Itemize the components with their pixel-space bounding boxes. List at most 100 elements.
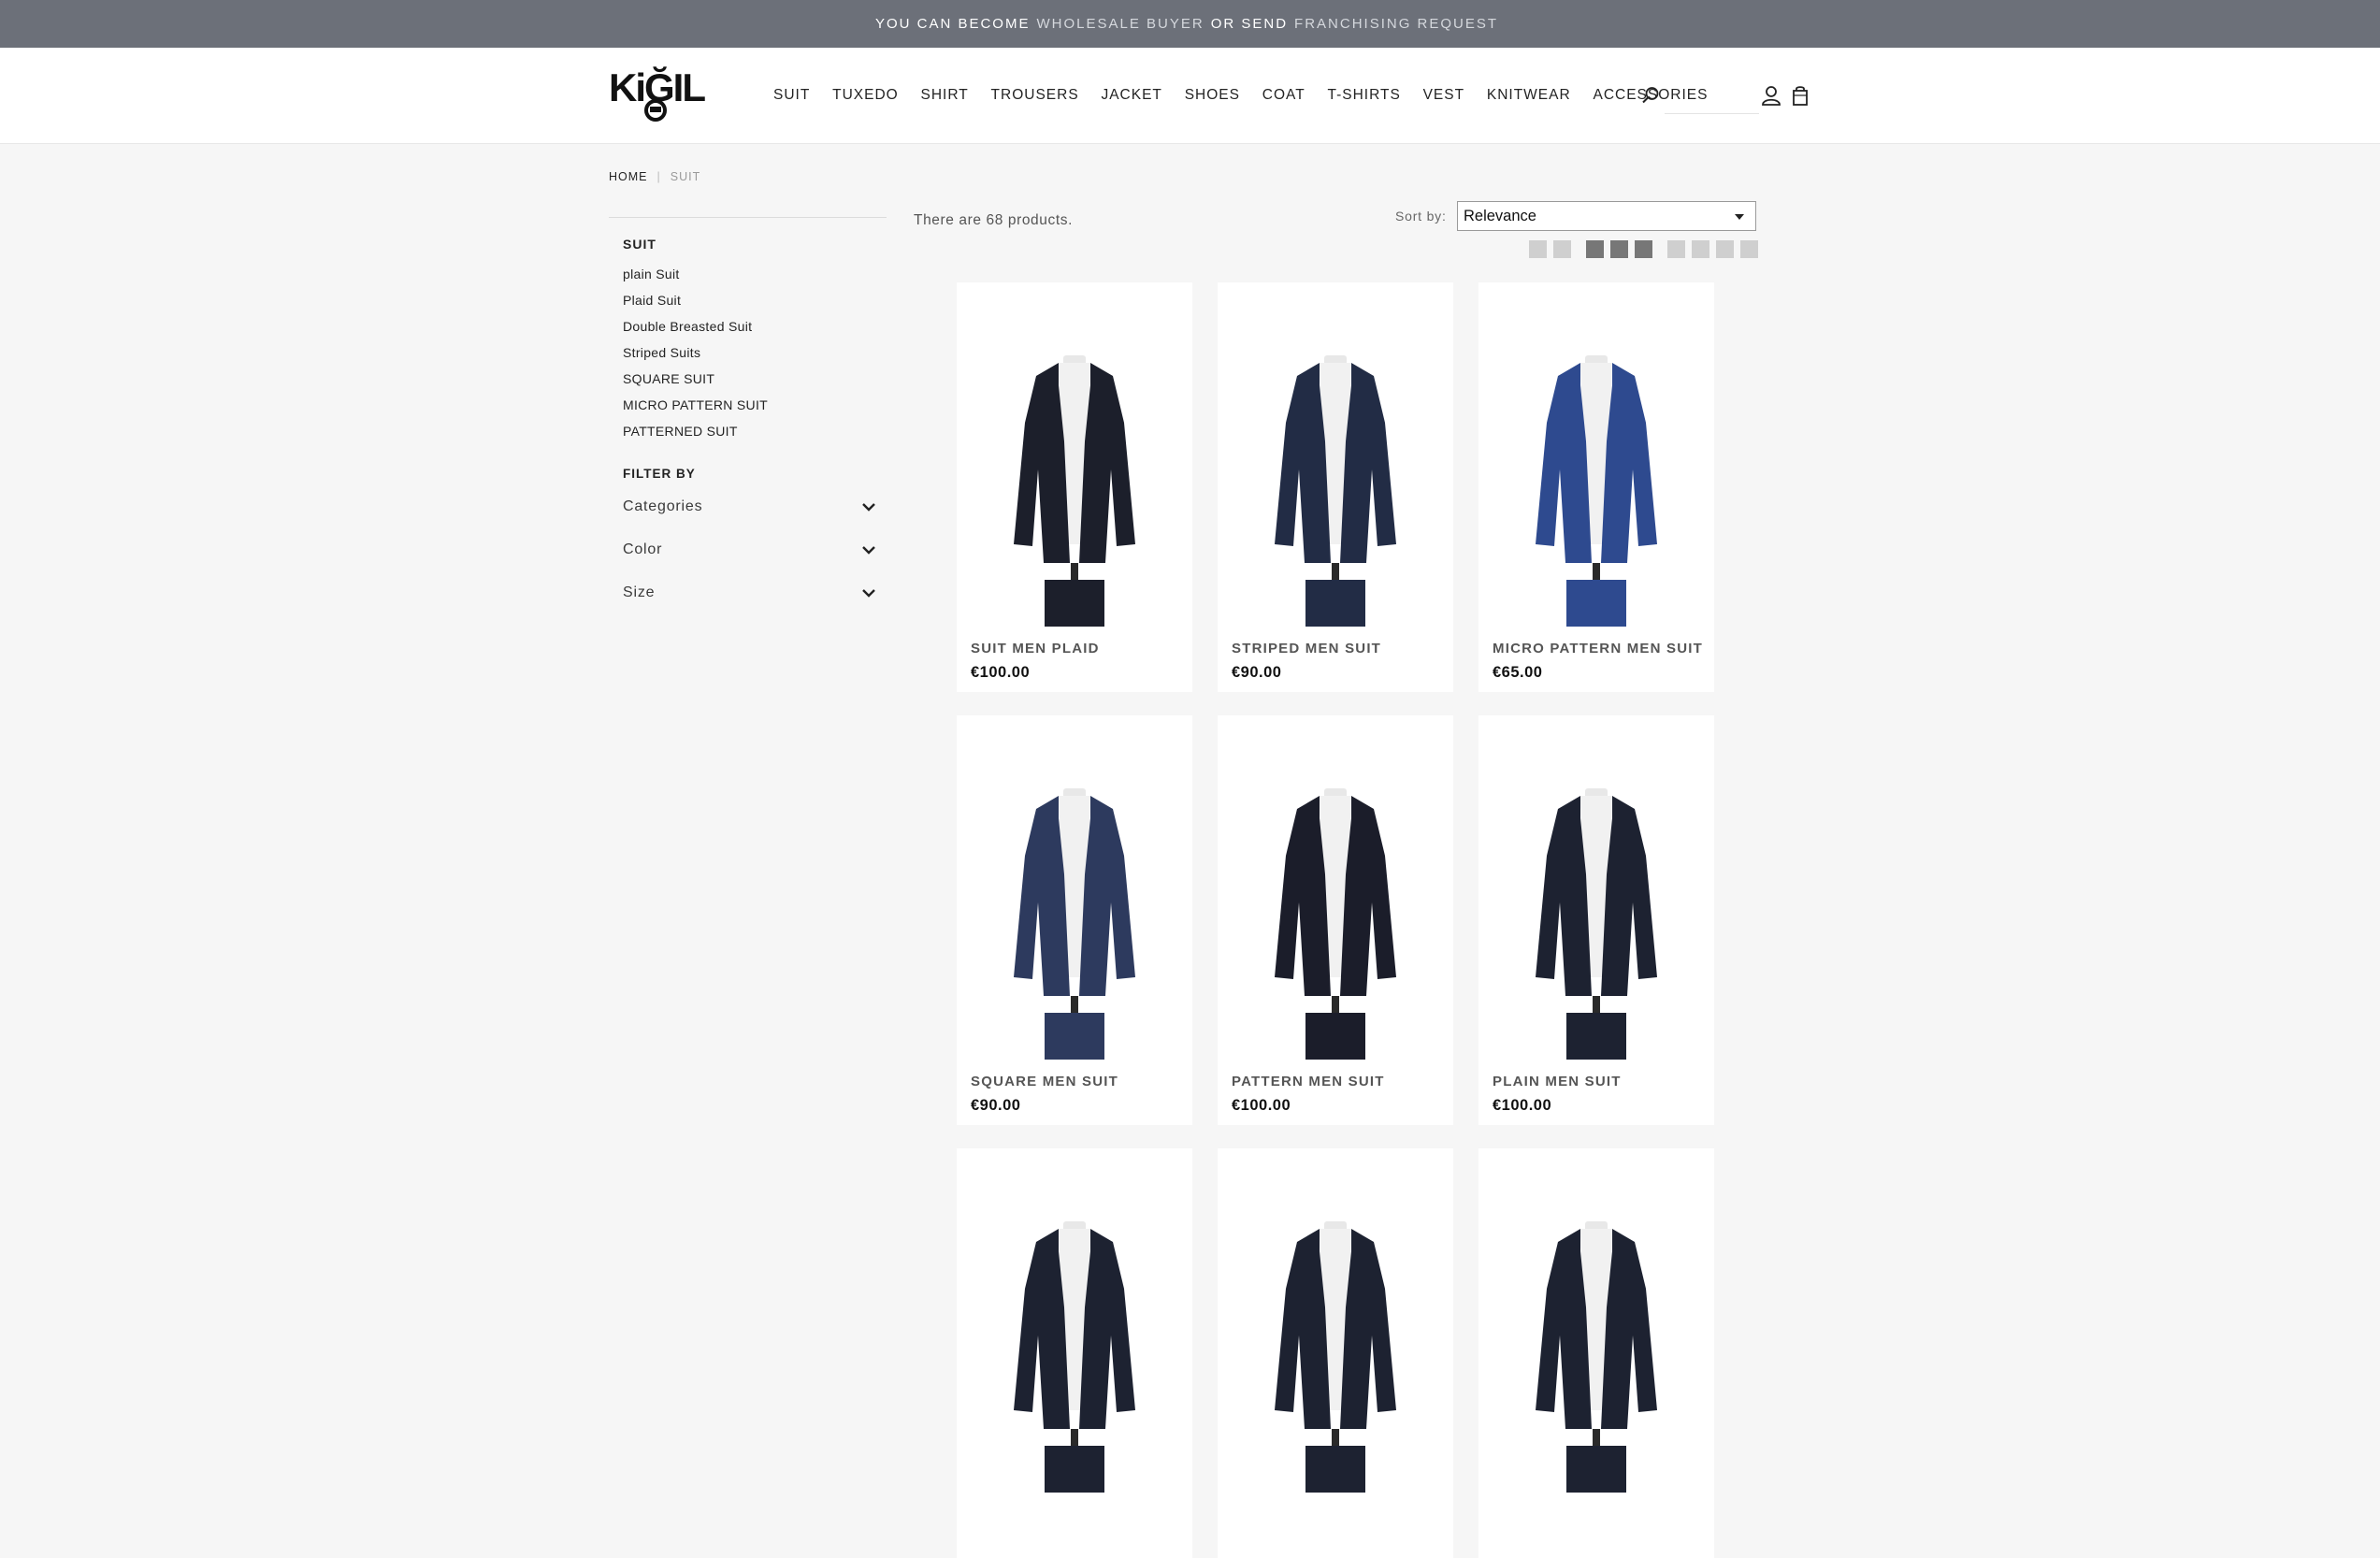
grid-4-columns-button[interactable] [1667, 240, 1765, 258]
nav-knitwear[interactable]: KNITWEAR [1487, 87, 1571, 104]
nav-jacket[interactable]: JACKET [1101, 87, 1161, 104]
product-image[interactable] [1220, 715, 1450, 1060]
breadcrumb-home[interactable]: HOME [609, 170, 648, 183]
nav-vest[interactable]: VEST [1423, 87, 1464, 104]
facet-size-label: Size [623, 584, 656, 600]
product-price: €90.00 [1232, 664, 1282, 681]
caret-down-icon [1735, 214, 1744, 220]
user-account-icon[interactable] [1762, 85, 1781, 106]
wholesale-buyer-link[interactable]: WHOLESALE BUYER [1036, 16, 1204, 32]
product-card[interactable] [1478, 1148, 1714, 1558]
sort-by-select[interactable]: Relevance [1457, 201, 1756, 231]
product-image[interactable] [959, 715, 1190, 1060]
breadcrumb-separator: | [656, 170, 661, 183]
chevron-down-icon [862, 503, 875, 512]
grid-cell-icon [1716, 240, 1734, 258]
suit-photo [1220, 1148, 1450, 1493]
product-image[interactable] [959, 1148, 1190, 1493]
suit-photo [1220, 715, 1450, 1060]
product-name[interactable]: SUIT MEN PLAID [971, 641, 1100, 656]
suit-photo [959, 1148, 1190, 1493]
subcategory-patterned-suit[interactable]: PATTERNED SUIT [623, 424, 738, 439]
nav-trousers[interactable]: TROUSERS [991, 87, 1079, 104]
product-image[interactable] [1481, 1148, 1711, 1493]
product-card[interactable] [1218, 1148, 1453, 1558]
nav-shirt[interactable]: SHIRT [921, 87, 969, 104]
subcategory-striped-suits[interactable]: Striped Suits [623, 345, 700, 360]
facet-categories-label: Categories [623, 498, 703, 514]
kigili-logo[interactable]: KiĞILi [609, 64, 706, 127]
product-image[interactable] [1220, 1148, 1450, 1493]
nav-tuxedo[interactable]: TUXEDO [832, 87, 899, 104]
product-name[interactable]: SQUARE MEN SUIT [971, 1074, 1118, 1089]
suit-photo [959, 282, 1190, 627]
chevron-down-icon [862, 589, 875, 598]
nav-suit[interactable]: SUIT [773, 87, 810, 104]
grid-cell-icon [1553, 240, 1571, 258]
product-card[interactable]: PLAIN MEN SUIT €100.00 [1478, 715, 1714, 1125]
category-sidebar: SUIT plain Suit Plaid Suit Double Breast… [609, 217, 887, 600]
chevron-down-icon [862, 546, 875, 555]
facet-categories[interactable]: Categories [623, 496, 875, 518]
suit-photo [959, 715, 1190, 1060]
subcategory-plaid-suit[interactable]: Plaid Suit [623, 293, 681, 308]
grid-2-columns-button[interactable] [1529, 240, 1578, 258]
nav-coat[interactable]: COAT [1262, 87, 1305, 104]
grid-cell-icon [1610, 240, 1628, 258]
category-title: SUIT [623, 237, 656, 252]
product-card[interactable]: STRIPED MEN SUIT €90.00 [1218, 282, 1453, 692]
main-navigation: SUIT TUXEDO SHIRT TROUSERS JACKET SHOES … [773, 48, 1730, 143]
product-count: There are 68 products. [914, 212, 1074, 228]
announcement-text-2: OR SEND [1210, 16, 1289, 32]
franchising-request-link[interactable]: FRANCHISING REQUEST [1294, 16, 1498, 32]
search-icon[interactable] [1641, 86, 1660, 105]
facet-color-label: Color [623, 541, 663, 557]
sort-by-value: Relevance [1464, 207, 1536, 224]
filter-by-title: FILTER BY [623, 467, 696, 481]
subcategory-square-suit[interactable]: SQUARE SUIT [623, 371, 714, 386]
search-input[interactable] [1665, 78, 1759, 114]
product-card[interactable]: MICRO PATTERN MEN SUIT €65.00 [1478, 282, 1714, 692]
grid-cell-icon [1667, 240, 1685, 258]
product-name[interactable]: MICRO PATTERN MEN SUIT [1493, 641, 1703, 656]
product-image[interactable] [1481, 715, 1711, 1060]
product-card[interactable]: SUIT MEN PLAID €100.00 [957, 282, 1192, 692]
suit-photo [1481, 715, 1711, 1060]
grid-cell-icon [1586, 240, 1604, 258]
product-price: €90.00 [971, 1097, 1021, 1114]
product-name[interactable]: STRIPED MEN SUIT [1232, 641, 1381, 656]
product-price: €65.00 [1493, 664, 1543, 681]
product-price: €100.00 [971, 664, 1031, 681]
sort-by-label: Sort by: [1395, 209, 1447, 224]
site-header: KiĞILi SUIT TUXEDO SHIRT TROUSERS JACKET… [0, 48, 2380, 144]
product-image[interactable] [1481, 282, 1711, 627]
subcategory-plain-suit[interactable]: plain Suit [623, 267, 680, 281]
grid-cell-icon [1529, 240, 1547, 258]
facet-color[interactable]: Color [623, 539, 875, 561]
breadcrumb: HOME | SUIT [609, 170, 700, 183]
nav-shoes[interactable]: SHOES [1185, 87, 1240, 104]
announcement-bar: YOU CAN BECOME WHOLESALE BUYER OR SEND F… [0, 0, 2380, 48]
announcement-text-1: YOU CAN BECOME [874, 16, 1031, 32]
nav-t-shirts[interactable]: T-SHIRTS [1327, 87, 1400, 104]
suit-photo [1481, 1148, 1711, 1493]
product-name[interactable]: PATTERN MEN SUIT [1232, 1074, 1385, 1089]
suit-photo [1481, 282, 1711, 627]
shopping-bag-icon[interactable] [1792, 85, 1809, 106]
product-card[interactable]: PATTERN MEN SUIT €100.00 [1218, 715, 1453, 1125]
product-image[interactable] [1220, 282, 1450, 627]
product-name[interactable]: PLAIN MEN SUIT [1493, 1074, 1622, 1089]
grid-cell-icon [1635, 240, 1652, 258]
product-card[interactable] [957, 1148, 1192, 1558]
breadcrumb-current: SUIT [670, 170, 701, 183]
facet-size[interactable]: Size [623, 582, 875, 604]
grid-3-columns-button[interactable] [1586, 240, 1659, 258]
grid-cell-icon [1740, 240, 1758, 258]
product-card[interactable]: SQUARE MEN SUIT €90.00 [957, 715, 1192, 1125]
product-price: €100.00 [1232, 1097, 1291, 1114]
product-price: €100.00 [1493, 1097, 1552, 1114]
grid-cell-icon [1692, 240, 1709, 258]
product-image[interactable] [959, 282, 1190, 627]
subcategory-micro-pattern-suit[interactable]: MICRO PATTERN SUIT [623, 397, 768, 412]
subcategory-double-breasted-suit[interactable]: Double Breasted Suit [623, 319, 752, 334]
